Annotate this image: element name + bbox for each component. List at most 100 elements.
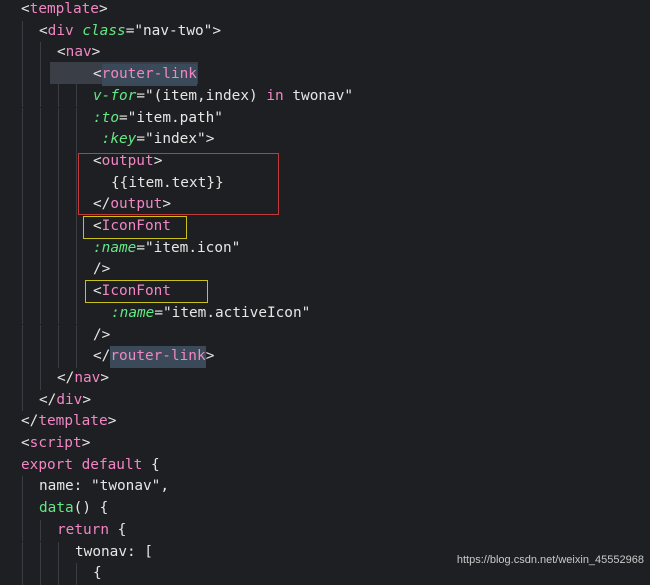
code-line: </nav >: [0, 367, 650, 390]
code-token: {: [142, 456, 160, 473]
code-token: script: [29, 435, 82, 451]
indent-guide: [76, 150, 77, 173]
indent-guide: [40, 85, 41, 108]
indent-guide: [76, 237, 77, 260]
indent-guide: [58, 541, 59, 564]
code-line: </router-link >: [0, 346, 650, 368]
code-line: />: [0, 324, 650, 347]
code-token: "twonav": [91, 478, 161, 495]
indent-guide: [22, 281, 23, 303]
indent-guide: [22, 541, 23, 564]
indent-guide: [22, 172, 23, 195]
code-line: :name = "item.activeIcon": [0, 302, 650, 325]
code-token: {{item.text}}: [111, 174, 224, 191]
indent-guide: [58, 216, 59, 238]
code-line: export default {: [0, 455, 650, 477]
code-line: v-for = "(item,index) in twonav": [0, 85, 650, 108]
code-line: </output >: [0, 194, 650, 216]
indent-guide: [22, 563, 23, 585]
code-token: <: [93, 152, 102, 169]
code-token: <: [93, 66, 102, 83]
indent-guide: [40, 194, 41, 216]
code-token: <: [21, 1, 30, 17]
code-token: "item.path": [127, 109, 223, 126]
code-editor[interactable]: < template > < div class = "nav-two" > < nav > < rou…: [0, 0, 650, 585]
indent-guide: [58, 150, 59, 173]
code-line: < router-link: [0, 64, 650, 86]
code-token: IconFont: [101, 283, 171, 300]
code-token: />: [93, 326, 111, 343]
code-line: :key = "index" >: [0, 129, 650, 151]
code-token: <: [21, 435, 30, 451]
code-token: div: [56, 391, 83, 408]
code-token: >: [205, 131, 215, 148]
indent-guide: [58, 107, 59, 130]
indent-guide: [22, 216, 23, 238]
code-token: output: [101, 152, 154, 169]
code-token: router-link: [101, 64, 197, 86]
indent-guide: [22, 64, 23, 86]
indent-guide: [22, 389, 23, 412]
code-line: </div >: [0, 389, 650, 412]
code-token: <: [39, 22, 48, 39]
code-token: return: [57, 521, 109, 538]
indent-guide: [40, 519, 41, 542]
code-token: () {: [73, 500, 109, 517]
indent-guide: [76, 259, 77, 282]
indent-guide: [58, 281, 59, 303]
code-token: data: [39, 500, 74, 517]
code-token: </: [57, 369, 75, 386]
code-token: IconFont: [101, 218, 171, 234]
code-token: "(item,index): [145, 87, 267, 104]
indent-guide: [22, 498, 23, 520]
code-token: ,: [160, 478, 170, 495]
code-token: "nav-two": [134, 22, 213, 39]
indent-guide: [58, 302, 59, 325]
code-token: >: [153, 152, 163, 169]
indent-guide: [22, 194, 23, 216]
code-token: </: [93, 348, 111, 365]
code-token: :name: [111, 304, 155, 321]
code-token: >: [91, 44, 101, 61]
code-token: >: [100, 369, 110, 386]
code-token: in: [266, 87, 284, 104]
code-token: div: [47, 22, 83, 39]
indent-guide: [40, 172, 41, 195]
indent-guide: [58, 563, 59, 585]
indent-guide: [40, 42, 41, 65]
indent-guide: [58, 194, 59, 216]
code-token: output: [110, 196, 163, 213]
code-token: </: [93, 196, 111, 213]
indent-guide: [40, 216, 41, 238]
code-token: template: [29, 1, 99, 17]
indent-guide: [22, 237, 23, 260]
code-token: export default: [21, 456, 143, 473]
indent-guide: [40, 107, 41, 130]
code-token: </: [21, 413, 39, 430]
indent-guide: [58, 346, 59, 368]
indent-guide: [40, 259, 41, 282]
indent-guide: [76, 216, 77, 238]
indent-guide: [22, 476, 23, 499]
code-line: < template >: [0, 0, 650, 21]
code-token: =: [136, 87, 146, 104]
indent-guide: [58, 259, 59, 282]
code-line: </template >: [0, 411, 650, 433]
indent-guide: [76, 129, 77, 151]
code-line: < IconFont: [0, 216, 650, 238]
code-token: {: [93, 565, 102, 582]
indent-guide: [40, 563, 41, 585]
indent-guide: [76, 302, 77, 325]
indent-guide: [58, 85, 59, 108]
code-line: {: [0, 563, 650, 585]
indent-guide: [40, 64, 41, 86]
indent-guide: [58, 237, 59, 260]
indent-guide: [22, 346, 23, 368]
code-token: =: [136, 131, 146, 148]
code-token: =: [125, 22, 135, 39]
code-line: < div class = "nav-two" >: [0, 20, 650, 43]
code-line: data() {: [0, 498, 650, 520]
indent-guide: [76, 85, 77, 108]
indent-guide: [76, 172, 77, 195]
indent-guide: [22, 150, 23, 173]
